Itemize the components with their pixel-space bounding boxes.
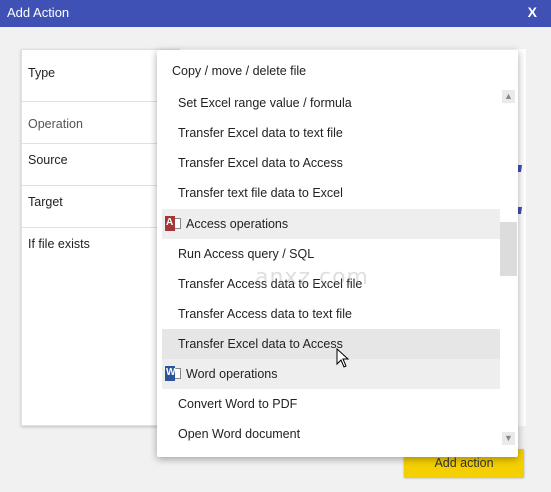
mouse-cursor-icon (336, 347, 350, 368)
source-label: Source (28, 153, 68, 167)
dropdown-selected-value[interactable]: Copy / move / delete file (172, 64, 306, 78)
scroll-up-arrow-icon[interactable]: ▲ (502, 90, 515, 103)
operation-label: Operation (28, 117, 83, 131)
group-access-operations: A Access operations (162, 209, 500, 239)
option-excel-to-text[interactable]: Transfer Excel data to text file (162, 118, 500, 148)
option-convert-word-to-pdf[interactable]: Convert Word to PDF (162, 389, 500, 419)
window-title: Add Action (7, 5, 70, 20)
option-label: Transfer Access data to Excel file (178, 277, 363, 291)
option-label: Transfer Excel data to Access (178, 337, 343, 351)
scrollbar-thumb[interactable] (500, 222, 517, 276)
type-dropdown-list[interactable]: Copy / move / delete file Set Excel rang… (157, 50, 518, 457)
option-label: Transfer text file data to Excel (178, 186, 343, 200)
option-access-to-excel[interactable]: Transfer Access data to Excel file (162, 269, 500, 299)
option-label: Transfer Access data to text file (178, 307, 352, 321)
option-label: Set Excel range value / formula (178, 96, 352, 110)
option-label: Convert Word to PDF (178, 397, 298, 411)
type-label: Type (28, 66, 56, 80)
group-label: Access operations (186, 217, 289, 231)
close-button[interactable]: X (528, 4, 537, 20)
if-file-exists-label: If file exists (28, 237, 90, 251)
option-access-to-text[interactable]: Transfer Access data to text file (162, 299, 500, 329)
option-excel-to-access-hovered[interactable]: Transfer Excel data to Access (162, 329, 500, 359)
option-open-word-document[interactable]: Open Word document (162, 419, 500, 449)
group-word-operations: W Word operations (162, 359, 500, 389)
option-label: Transfer Excel data to text file (178, 126, 343, 140)
access-icon: A (165, 216, 181, 231)
title-bar: Add Action X (0, 0, 551, 27)
option-label: Open Word document (178, 427, 301, 441)
scroll-down-arrow-icon[interactable]: ▼ (502, 432, 515, 445)
option-text-to-excel[interactable]: Transfer text file data to Excel (162, 178, 500, 208)
option-excel-to-access[interactable]: Transfer Excel data to Access (162, 148, 500, 178)
option-set-excel-range[interactable]: Set Excel range value / formula (162, 88, 500, 118)
target-label: Target (28, 195, 63, 209)
word-icon: W (165, 366, 181, 381)
option-label: Run Access query / SQL (178, 247, 315, 261)
dropdown-scrollbar[interactable]: ▲ ▼ (500, 88, 517, 454)
option-run-access-query[interactable]: Run Access query / SQL (162, 239, 500, 269)
option-label: Transfer Excel data to Access (178, 156, 343, 170)
group-label: Word operations (186, 367, 278, 381)
